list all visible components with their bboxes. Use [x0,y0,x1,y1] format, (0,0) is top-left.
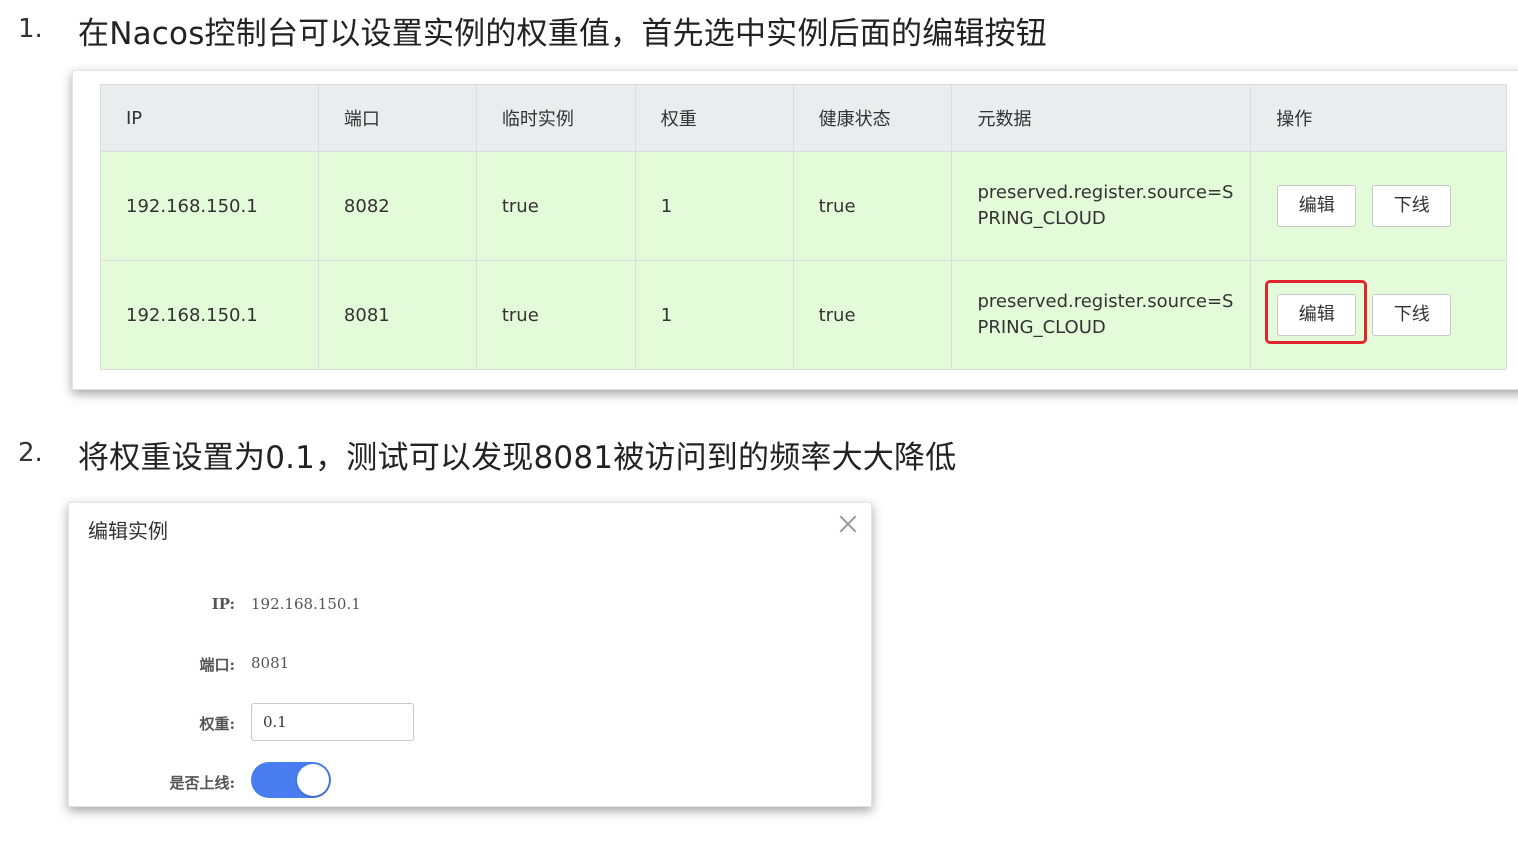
weight-label: 权重: [199,715,235,733]
cell-ip: 192.168.150.1 [100,151,319,261]
edit-button[interactable]: 编辑 [1277,185,1357,227]
weight-input[interactable] [251,703,414,741]
cell-ip: 192.168.150.1 [100,260,319,370]
column-header-ephemeral: 临时实例 [475,84,636,152]
column-header-health: 健康状态 [792,84,953,152]
metadata-line-1: preserved.register.source=S [977,182,1234,203]
metadata-line-2: PRING_CLOUD [977,317,1106,338]
table-header-row: IP 端口 临时实例 权重 健康状态 元数据 操作 [100,84,1507,152]
cell-actions: 编辑 下线 [1250,151,1507,261]
close-icon[interactable] [837,513,859,535]
cell-port: 8082 [317,151,477,261]
port-value: 8081 [251,654,290,672]
column-header-port: 端口 [317,84,477,152]
online-toggle[interactable] [251,762,331,798]
step-2-number: 2. [18,438,43,468]
cell-port: 8081 [317,260,477,370]
cell-ephemeral: true [475,151,636,261]
column-header-weight: 权重 [634,84,794,152]
step-1-text: 在Nacos控制台可以设置实例的权重值，首先选中实例后面的编辑按钮 [78,16,1047,52]
edit-instance-dialog: 编辑实例 IP: 192.168.150.1 端口: 8081 权重: 是否上线… [68,502,872,807]
ip-value: 192.168.150.1 [251,595,361,613]
cell-ephemeral: true [475,260,636,370]
online-label: 是否上线: [169,774,235,792]
port-label: 端口: [199,656,235,674]
metadata-line-1: preserved.register.source=S [977,291,1234,312]
cell-weight: 1 [634,151,794,261]
offline-button[interactable]: 下线 [1372,294,1452,336]
column-header-ip: IP [100,84,319,152]
cell-metadata: preserved.register.source=S PRING_CLOUD [951,151,1252,261]
step-2-text: 将权重设置为0.1，测试可以发现8081被访问到的频率大大降低 [78,440,957,476]
metadata-line-2: PRING_CLOUD [977,208,1106,229]
toggle-knob [297,764,329,796]
cell-actions: 编辑 下线 [1250,260,1507,370]
table-row: 192.168.150.1 8082 true 1 true preserved… [100,151,1507,261]
instances-table: IP 端口 临时实例 权重 健康状态 元数据 操作 192.168.150.1 … [100,84,1507,370]
column-header-metadata: 元数据 [951,84,1252,152]
step-1-number: 1. [18,14,43,44]
offline-button[interactable]: 下线 [1372,185,1452,227]
cell-metadata: preserved.register.source=S PRING_CLOUD [951,260,1252,370]
edit-button[interactable]: 编辑 [1277,294,1357,336]
table-row: 192.168.150.1 8081 true 1 true preserved… [100,260,1507,370]
cell-health: true [792,260,953,370]
ip-label: IP: [211,595,235,613]
cell-health: true [792,151,953,261]
column-header-actions: 操作 [1250,84,1507,152]
cell-weight: 1 [634,260,794,370]
instances-table-screenshot: IP 端口 临时实例 权重 健康状态 元数据 操作 192.168.150.1 … [72,70,1518,390]
dialog-title: 编辑实例 [88,519,168,543]
